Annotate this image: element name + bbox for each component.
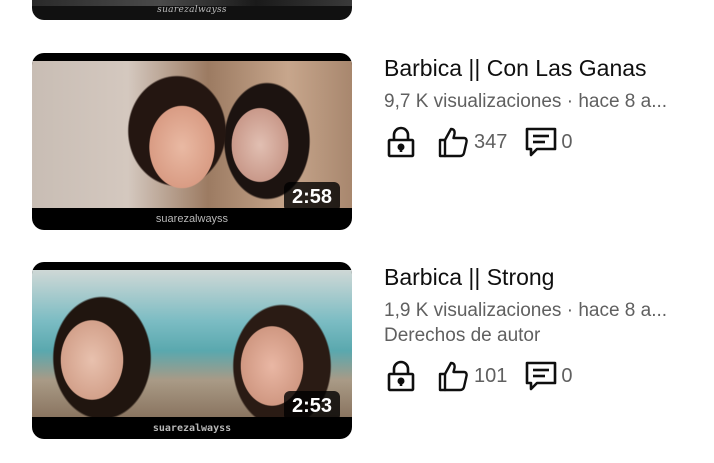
separator-dot: · [561, 91, 579, 112]
comment-icon[interactable] [523, 125, 559, 159]
upload-age: hace 8 a... [578, 300, 668, 321]
separator-dot: · [561, 300, 579, 321]
thumbnail-watermark: suarezalwayss [157, 5, 227, 15]
thumbs-up-icon[interactable] [436, 125, 470, 159]
upload-age: hace 8 a... [578, 91, 668, 112]
like-count: 101 [474, 364, 508, 387]
video-stats: 347 0 [384, 124, 696, 160]
video-thumbnail-partial[interactable]: suarezalwayss [32, 0, 352, 20]
lock-icon[interactable] [384, 359, 418, 393]
lock-icon[interactable] [384, 125, 418, 159]
video-stats: 101 0 [384, 358, 696, 394]
video-title[interactable]: Barbica || Strong [384, 262, 696, 292]
thumbnail-watermark: suarezalwayss [155, 213, 229, 225]
view-count: 9,7 K visualizaciones [384, 91, 562, 112]
comment-icon[interactable] [523, 359, 559, 393]
video-subtitle: 1,9 K visualizaciones · hace 8 a... [384, 298, 696, 323]
video-meta: Barbica || Strong 1,9 K visualizaciones … [384, 262, 696, 394]
duration-badge: 2:53 [283, 391, 340, 421]
video-thumbnail[interactable]: suarezalwayss 2:53 [32, 262, 352, 439]
copyright-notice: Derechos de autor [384, 325, 541, 346]
like-count: 347 [474, 130, 508, 153]
video-thumbnail[interactable]: suarezalwayss 2:58 [32, 53, 352, 230]
video-list: suarezalwayss suarezalwayss 2:58 Barbica… [0, 0, 714, 463]
view-count: 1,9 K visualizaciones [384, 300, 562, 321]
video-meta: Barbica || Con Las Ganas 9,7 K visualiza… [384, 53, 696, 160]
thumbnail-watermark: suarezalwayss [152, 423, 232, 434]
video-subtitle: 9,7 K visualizaciones · hace 8 a... [384, 89, 696, 114]
comment-count: 0 [561, 364, 573, 387]
video-title[interactable]: Barbica || Con Las Ganas [384, 53, 696, 83]
thumbs-up-icon[interactable] [436, 359, 470, 393]
comment-count: 0 [561, 130, 573, 153]
duration-badge: 2:58 [283, 182, 340, 212]
